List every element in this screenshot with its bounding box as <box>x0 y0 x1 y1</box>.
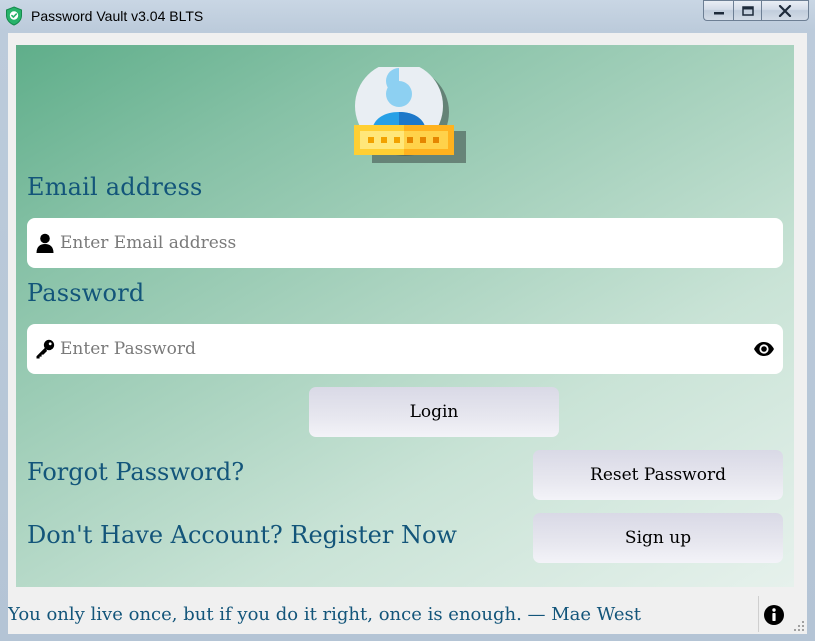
password-field[interactable] <box>27 324 783 374</box>
password-input[interactable] <box>60 332 740 366</box>
reset-password-button[interactable]: Reset Password <box>533 450 783 500</box>
info-button[interactable] <box>761 600 787 630</box>
login-button[interactable]: Login <box>309 387 559 437</box>
divider <box>758 596 759 632</box>
close-icon <box>778 4 792 17</box>
register-link[interactable]: Don't Have Account? Register Now <box>27 521 457 549</box>
resize-grip-icon[interactable] <box>793 620 805 632</box>
window-title: Password Vault v3.04 BLTS <box>31 8 204 24</box>
maximize-button[interactable] <box>733 0 761 21</box>
signup-button[interactable]: Sign up <box>533 513 783 563</box>
quote-text: You only live once, but if you do it rig… <box>8 604 641 625</box>
eye-icon[interactable] <box>753 339 775 359</box>
app-window: Password Vault v3.04 BLTS Email address … <box>0 0 815 641</box>
close-button[interactable] <box>761 0 809 21</box>
title-bar[interactable]: Password Vault v3.04 BLTS <box>0 0 815 33</box>
email-input[interactable] <box>60 226 740 260</box>
client-area: Email address Password <box>8 33 807 634</box>
maximize-icon <box>741 5 754 16</box>
user-password-icon <box>354 67 466 163</box>
forgot-password-link[interactable]: Forgot Password? <box>27 458 244 486</box>
caption-buttons <box>703 0 809 22</box>
email-label: Email address <box>27 173 203 201</box>
minimize-button[interactable] <box>703 0 733 21</box>
password-label: Password <box>27 279 145 307</box>
info-icon <box>764 605 784 625</box>
user-icon <box>36 233 54 253</box>
email-field[interactable] <box>27 218 783 268</box>
login-panel: Email address Password <box>16 45 794 587</box>
shield-check-icon <box>6 6 22 26</box>
minimize-icon <box>713 11 724 14</box>
key-icon <box>36 339 55 359</box>
